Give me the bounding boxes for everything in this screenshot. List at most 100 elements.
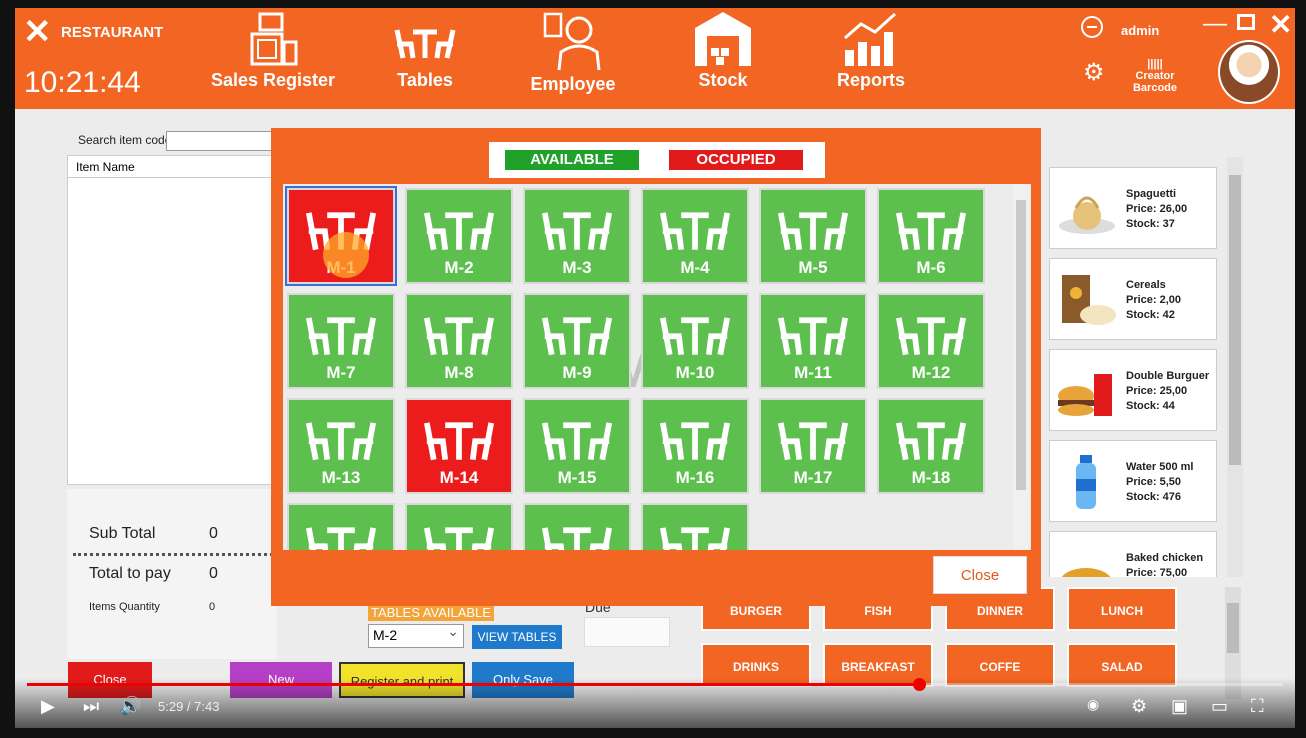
fork-knife-icon: ✕ bbox=[23, 13, 52, 51]
table-label: M-16 bbox=[675, 468, 715, 487]
table-tile[interactable]: M-3 bbox=[523, 188, 631, 284]
table-select[interactable]: M-2 bbox=[368, 623, 464, 648]
table-tile[interactable] bbox=[523, 503, 631, 550]
table-tile[interactable]: M-1 bbox=[285, 186, 397, 286]
table-label: M-14 bbox=[439, 468, 479, 487]
table-tile[interactable]: M-13 bbox=[287, 398, 395, 494]
status-legend: AVAILABLE OCCUPIED bbox=[489, 142, 825, 178]
product-stock: Stock: 476 bbox=[1126, 491, 1182, 503]
total-label: Total to pay bbox=[89, 565, 171, 582]
table-tile[interactable]: M-17 bbox=[759, 398, 867, 494]
settings-icon[interactable]: ⚙ bbox=[1131, 696, 1147, 717]
table-label: M-15 bbox=[557, 468, 597, 487]
table-label: M-5 bbox=[798, 258, 828, 277]
creator-barcode-button[interactable]: ||||| Creator Barcode bbox=[1125, 58, 1185, 94]
table-tile[interactable]: M-5 bbox=[759, 188, 867, 284]
table-tile[interactable]: M-12 bbox=[877, 293, 985, 389]
autoplay-toggle-icon[interactable]: ◉ bbox=[1087, 696, 1099, 713]
app-window: ✕ RESTAURANT 10:21:44 Sales Register Tab… bbox=[15, 8, 1295, 728]
table-tile[interactable]: M-16 bbox=[641, 398, 749, 494]
table-tile[interactable] bbox=[405, 503, 513, 550]
table-label: M-6 bbox=[916, 258, 946, 277]
product-card[interactable]: Double Burguer Price: 25,00 Stock: 44 bbox=[1049, 349, 1217, 431]
tables-modal: AVAILABLE OCCUPIED M-1 M-1M-2M-3M-4M-5M-… bbox=[271, 128, 1041, 606]
product-card[interactable]: Baked chicken Price: 75,00 bbox=[1049, 531, 1217, 577]
items-quantity-label: Items Quantity bbox=[89, 601, 160, 613]
logout-icon[interactable] bbox=[1081, 16, 1103, 38]
item-name-header: Item Name bbox=[68, 156, 276, 178]
table-tile[interactable]: M-2 bbox=[405, 188, 513, 284]
close-window-icon[interactable]: ✕ bbox=[1269, 8, 1292, 41]
table-chairs-icon bbox=[659, 212, 731, 251]
nav-employee[interactable]: Employee bbox=[503, 10, 643, 95]
modal-close-button[interactable]: Close bbox=[933, 556, 1027, 594]
tables-scrollbar[interactable] bbox=[1013, 184, 1029, 550]
fullscreen-icon[interactable]: ⛶ bbox=[1251, 696, 1264, 717]
search-input[interactable] bbox=[166, 131, 276, 151]
table-chairs-icon bbox=[541, 527, 613, 550]
table-tile[interactable]: M-6 bbox=[877, 188, 985, 284]
table-label: M-3 bbox=[562, 258, 592, 277]
table-label: M-8 bbox=[444, 363, 474, 382]
table-tile[interactable]: M-11 bbox=[759, 293, 867, 389]
table-tile[interactable]: M-14 bbox=[405, 398, 513, 494]
progress-scrubber[interactable] bbox=[912, 678, 926, 691]
app-header: ✕ RESTAURANT 10:21:44 Sales Register Tab… bbox=[15, 8, 1295, 109]
video-time: 5:29 / 7:43 bbox=[158, 699, 220, 714]
nav-stock[interactable]: Stock bbox=[653, 10, 793, 91]
video-progress[interactable] bbox=[27, 678, 1283, 691]
burger-icon bbox=[1058, 374, 1112, 416]
due-field[interactable] bbox=[584, 617, 670, 647]
category-lunch[interactable]: LUNCH bbox=[1067, 587, 1177, 631]
bar-chart-icon bbox=[844, 12, 897, 66]
progress-fill bbox=[27, 683, 919, 686]
product-card[interactable]: Spaguetti Price: 26,00 Stock: 37 bbox=[1049, 167, 1217, 249]
product-card[interactable]: Water 500 ml Price: 5,50 Stock: 476 bbox=[1049, 440, 1217, 522]
table-tile[interactable]: M-8 bbox=[405, 293, 513, 389]
nav-tables[interactable]: Tables bbox=[355, 10, 495, 91]
warehouse-icon bbox=[695, 12, 751, 66]
play-icon[interactable]: ▶ bbox=[41, 696, 55, 717]
nav-sales-register[interactable]: Sales Register bbox=[203, 10, 343, 91]
table-chairs-icon bbox=[394, 29, 456, 59]
divider bbox=[73, 553, 273, 556]
employee-icon bbox=[543, 12, 601, 71]
table-label: M-4 bbox=[680, 258, 710, 277]
table-label: M-17 bbox=[793, 468, 833, 487]
miniplayer-icon[interactable]: ▣ bbox=[1171, 696, 1188, 717]
user-name: admin bbox=[1121, 23, 1160, 38]
table-chairs-icon bbox=[895, 422, 967, 461]
nav-label: Tables bbox=[397, 70, 453, 90]
next-icon[interactable]: ⏭ bbox=[83, 696, 99, 717]
table-tile[interactable]: M-7 bbox=[287, 293, 395, 389]
product-scrollbar[interactable] bbox=[1227, 157, 1243, 577]
table-chairs-icon bbox=[541, 422, 613, 461]
product-name: Cereals bbox=[1126, 279, 1166, 291]
nav-label: Stock bbox=[698, 70, 748, 90]
maximize-icon[interactable] bbox=[1237, 14, 1255, 30]
nav-reports[interactable]: Reports bbox=[801, 10, 941, 91]
view-tables-button[interactable]: VIEW TABLES bbox=[472, 625, 562, 649]
table-chairs-icon bbox=[423, 317, 495, 356]
product-card[interactable]: Cereals Price: 2,00 Stock: 42 bbox=[1049, 258, 1217, 340]
table-tile[interactable] bbox=[287, 503, 395, 550]
table-label: M-10 bbox=[675, 363, 715, 382]
table-tile[interactable]: M-10 bbox=[641, 293, 749, 389]
gear-icon[interactable]: ⚙ bbox=[1083, 58, 1105, 87]
table-tile[interactable]: M-15 bbox=[523, 398, 631, 494]
product-panel: Spaguetti Price: 26,00 Stock: 37 Cereals… bbox=[1045, 157, 1245, 577]
theater-mode-icon[interactable]: ▭ bbox=[1211, 696, 1228, 717]
table-chairs-icon bbox=[659, 422, 731, 461]
legend-available: AVAILABLE bbox=[505, 150, 639, 170]
chicken-icon bbox=[1061, 568, 1111, 577]
table-tile[interactable]: M-18 bbox=[877, 398, 985, 494]
table-label: M-12 bbox=[911, 363, 951, 382]
table-label: M-9 bbox=[562, 363, 592, 382]
minimize-icon[interactable]: — bbox=[1203, 10, 1227, 38]
volume-icon[interactable]: 🔊 bbox=[119, 696, 141, 717]
table-tile[interactable]: M-9 bbox=[523, 293, 631, 389]
table-chairs-icon bbox=[305, 527, 377, 550]
table-label: M-2 bbox=[444, 258, 474, 277]
table-tile[interactable] bbox=[641, 503, 749, 550]
table-tile[interactable]: M-4 bbox=[641, 188, 749, 284]
